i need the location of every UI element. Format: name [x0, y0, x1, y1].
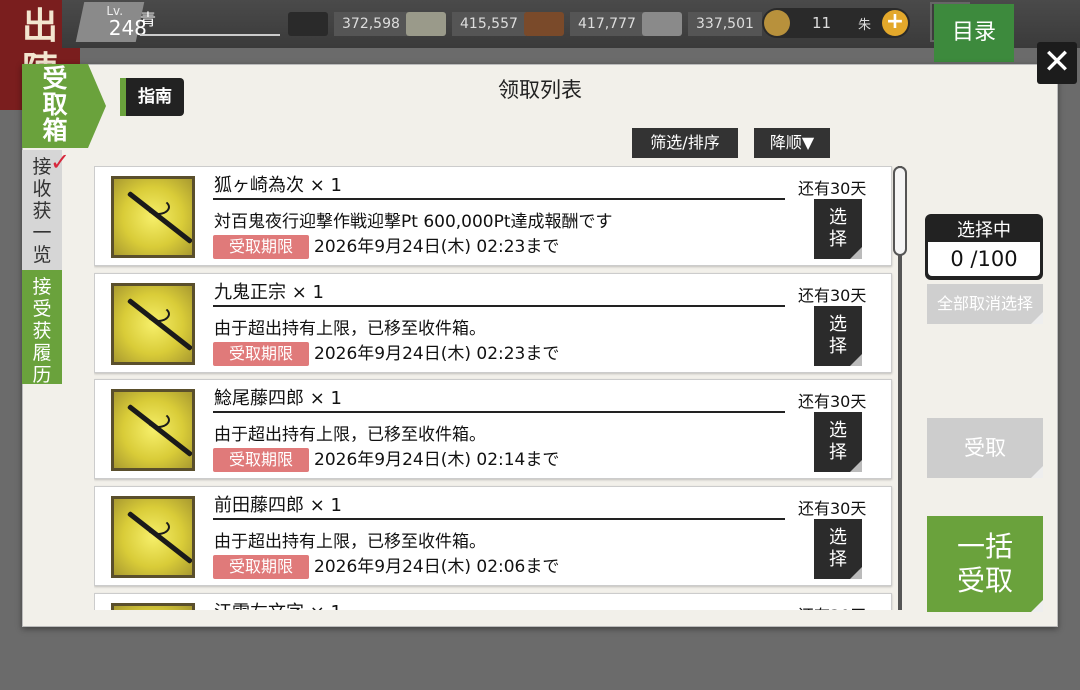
- list-item: 狐ヶ崎為次 × 1 対百鬼夜行迎撃作戦迎撃Pt 600,000Pt達成報酬です …: [94, 166, 892, 266]
- guide-button[interactable]: 指南: [120, 78, 184, 116]
- deadline-text: 2026年9月24日(木) 02:06まで: [314, 557, 560, 577]
- inbox-tag-arrow: [88, 64, 106, 148]
- deadline-text: 2026年9月24日(木) 02:23まで: [314, 344, 560, 364]
- select-button[interactable]: 选择: [814, 519, 862, 579]
- list-item: 鯰尾藤四郎 × 1 由于超出持有上限，已移至收件箱。 受取期限 2026年9月2…: [94, 379, 892, 479]
- item-description: 由于超出持有上限，已移至收件箱。: [214, 319, 486, 339]
- add-coin-button[interactable]: +: [882, 10, 908, 36]
- scroll-thumb[interactable]: [893, 166, 907, 256]
- resource-value: 417,777: [570, 12, 644, 36]
- coin-counter: 11 朱 +: [762, 8, 910, 38]
- deadline-badge: 受取期限: [213, 342, 309, 366]
- remaining-days: 还有30天: [798, 602, 866, 610]
- coolant-icon: [524, 12, 564, 36]
- name-underline: [140, 34, 280, 36]
- item-description: 対百鬼夜行迎撃作戦迎撃Pt 600,000Pt達成報酬です: [214, 212, 613, 232]
- resource-steel: 415,557: [406, 10, 526, 38]
- steel-icon: [406, 12, 446, 36]
- selected-count: 0 /100: [928, 242, 1040, 276]
- deselect-all-button[interactable]: 全部取消选择: [927, 284, 1043, 324]
- remaining-days: 还有30天: [798, 286, 867, 305]
- remaining-days: 还有30天: [798, 392, 867, 411]
- sword-icon: [111, 389, 195, 471]
- receive-button[interactable]: 受取: [927, 418, 1043, 478]
- item-name: 前田藤四郎 × 1: [214, 495, 342, 516]
- descending-order-button[interactable]: 降顺▼: [754, 128, 830, 158]
- reward-list[interactable]: 狐ヶ崎為次 × 1 対百鬼夜行迎撃作戦迎撃Pt 600,000Pt達成報酬です …: [94, 166, 894, 610]
- catalog-button[interactable]: 目录: [934, 4, 1014, 62]
- coin-suffix: 朱: [858, 18, 872, 33]
- divider: [213, 305, 785, 307]
- panel-title: 领取列表: [498, 78, 582, 102]
- tab-receive-history[interactable]: 接受获履历: [22, 270, 62, 386]
- divider: [213, 198, 785, 200]
- list-scrollbar[interactable]: [893, 166, 907, 610]
- deadline-badge: 受取期限: [213, 555, 309, 579]
- coin-value: 11: [812, 14, 832, 32]
- select-button[interactable]: 选择: [814, 306, 862, 366]
- item-name: 江雪左文字 × 1: [214, 598, 342, 610]
- resource-value: 372,598: [334, 12, 408, 36]
- select-button[interactable]: 选择: [814, 199, 862, 259]
- resource-whetstone: 337,501: [642, 10, 762, 38]
- inbox-tag: 受取箱: [22, 64, 106, 148]
- charcoal-icon: [288, 12, 328, 36]
- resource-charcoal: 372,598: [288, 10, 408, 38]
- sword-icon: [111, 283, 195, 365]
- remaining-days: 还有30天: [798, 179, 867, 198]
- list-item: 九鬼正宗 × 1 由于超出持有上限，已移至收件箱。 受取期限 2026年9月24…: [94, 273, 892, 373]
- deadline-text: 2026年9月24日(木) 02:23まで: [314, 237, 560, 257]
- coin-icon: [764, 10, 790, 36]
- select-button[interactable]: 选择: [814, 412, 862, 472]
- divider: [213, 411, 785, 413]
- whetstone-icon: [642, 12, 682, 36]
- resource-coolant: 417,777: [524, 10, 644, 38]
- resource-value: 337,501: [688, 12, 762, 36]
- deadline-text: 2026年9月24日(木) 02:14まで: [314, 450, 560, 470]
- sword-icon: [111, 176, 195, 258]
- resource-value: 415,557: [452, 12, 526, 36]
- selecting-label: 选择中: [957, 220, 1011, 241]
- list-item: 江雪左文字 × 1 还有30天: [94, 593, 892, 610]
- divider: [213, 518, 785, 520]
- item-description: 由于超出持有上限，已移至收件箱。: [214, 425, 486, 445]
- deadline-badge: 受取期限: [213, 235, 309, 259]
- remaining-days: 还有30天: [798, 499, 867, 518]
- item-name: 狐ヶ崎為次 × 1: [214, 175, 342, 196]
- bulk-receive-button[interactable]: 一括 受取: [927, 516, 1043, 612]
- item-name: 鯰尾藤四郎 × 1: [214, 388, 342, 409]
- top-status-bar: Lv. 248 青 372,598 415,557 417,777 337,50…: [62, 0, 1080, 48]
- check-icon: ✓: [50, 148, 71, 176]
- player-name: 青: [140, 10, 157, 29]
- close-button[interactable]: ✕: [1037, 42, 1077, 84]
- sword-icon: [111, 496, 195, 578]
- selection-counter: 选择中 0 /100: [925, 214, 1043, 280]
- list-item: 前田藤四郎 × 1 由于超出持有上限，已移至收件箱。 受取期限 2026年9月2…: [94, 486, 892, 586]
- item-description: 由于超出持有上限，已移至收件箱。: [214, 532, 486, 552]
- inbox-label: 受取箱: [42, 64, 68, 145]
- deadline-badge: 受取期限: [213, 448, 309, 472]
- filter-sort-button[interactable]: 筛选/排序: [632, 128, 738, 158]
- item-name: 九鬼正宗 × 1: [214, 282, 324, 303]
- sword-icon: [111, 603, 195, 610]
- level-box: Lv. 248: [75, 2, 147, 42]
